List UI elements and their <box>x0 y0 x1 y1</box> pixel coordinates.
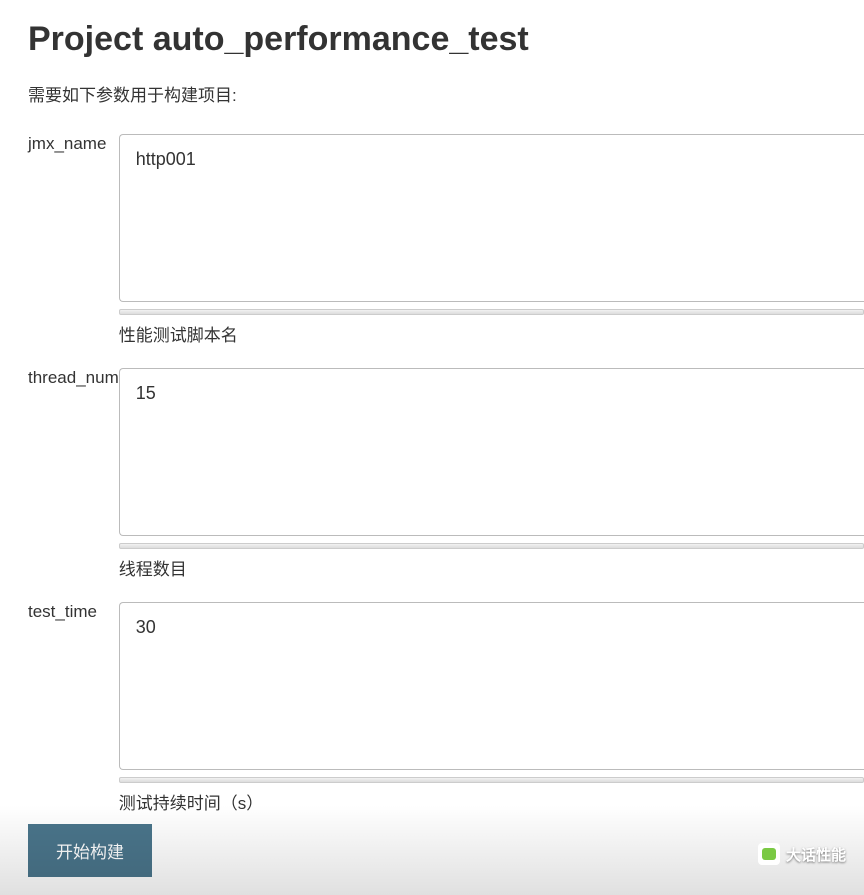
param-label-thread-num: thread_num <box>28 368 119 590</box>
jmx-name-help: 性能测试脚本名 <box>119 319 864 356</box>
divider <box>119 543 864 549</box>
page-title: Project auto_performance_test <box>28 20 864 59</box>
param-label-test-time: test_time <box>28 602 119 824</box>
parameters-form: jmx_name 性能测试脚本名 thread_num 线程数 <box>28 134 864 877</box>
thread-num-input[interactable] <box>119 368 864 536</box>
build-button[interactable]: 开始构建 <box>28 824 152 877</box>
divider <box>119 309 864 315</box>
page-description: 需要如下参数用于构建项目: <box>28 81 864 106</box>
test-time-input[interactable] <box>119 602 864 770</box>
divider <box>119 777 864 783</box>
jmx-name-input[interactable] <box>119 134 864 302</box>
thread-num-help: 线程数目 <box>119 553 864 590</box>
test-time-help: 测试持续时间（s） <box>119 787 864 824</box>
param-label-jmx-name: jmx_name <box>28 134 119 356</box>
